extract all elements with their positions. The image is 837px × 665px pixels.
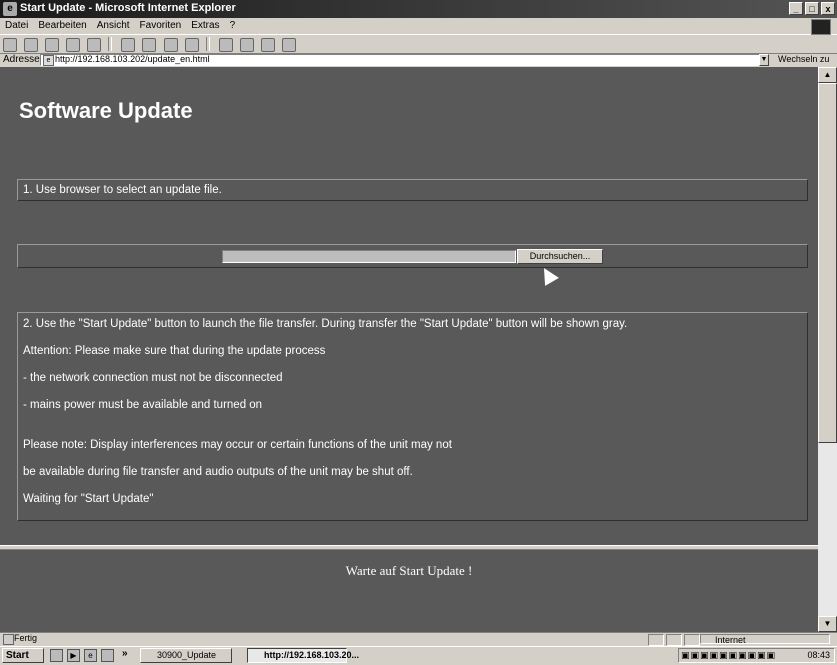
maximize-button[interactable]: □ [805,2,819,15]
note-text-continued: be available during file transfer and au… [23,466,413,478]
network-warning-text: - the network connection must not be dis… [23,372,283,384]
forward-icon[interactable] [24,38,39,52]
clock[interactable]: 08:43 [807,650,830,660]
taskbar: Start ▶ e » 30900_Update http://192.168.… [0,646,837,665]
edit-icon[interactable] [260,38,275,52]
toolbar [0,35,837,54]
step2-box: 2. Use the "Start Update" button to laun… [17,312,808,521]
file-select-box: Durchsuchen... [17,244,808,268]
task-label: http://192.168.103.20... [264,650,360,660]
power-warning-text: - mains power must be available and turn… [23,399,263,411]
browser-icon[interactable]: e [84,649,97,662]
refresh-icon[interactable] [66,38,81,52]
close-button[interactable]: x [821,2,835,15]
quick-launch: ▶ e [50,649,114,662]
minimize-button[interactable]: _ [789,2,803,15]
tray-icons[interactable]: ▣▣▣▣▣▣▣▣▣▣ [681,650,776,661]
menu-extras[interactable]: Extras [186,18,224,33]
start-button[interactable]: Start [2,648,44,663]
scroll-thumb[interactable] [818,83,837,443]
menu-help[interactable]: ? [225,18,241,33]
menu-favoriten[interactable]: Favoriten [135,18,187,33]
status-pane [666,634,682,646]
menu-bearbeiten[interactable]: Bearbeiten [33,18,91,33]
address-url[interactable]: http://192.168.103.202/update_en.html [55,54,210,64]
status-text: Fertig [14,633,38,643]
step2-text: 2. Use the "Start Update" button to laun… [23,318,628,330]
go-button[interactable]: Wechseln zu [778,54,829,64]
back-icon[interactable] [3,38,17,52]
attention-text: Attention: Please make sure that during … [23,345,326,357]
taskbar-item-browser[interactable]: http://192.168.103.20... [247,648,359,663]
stop-icon[interactable] [45,38,60,52]
window-title: Start Update - Microsoft Internet Explor… [20,2,236,14]
ie-icon[interactable]: e [3,2,17,16]
menu-bar: Datei Bearbeiten Ansicht Favoriten Extras? [0,18,837,35]
start-label: Start [6,650,29,661]
file-path-input[interactable] [222,250,516,263]
quick-launch-more-icon[interactable]: » [122,648,128,659]
step1-box: 1. Use browser to select an update file. [17,179,808,201]
history-icon[interactable] [184,38,199,52]
browse-button[interactable]: Durchsuchen... [517,249,603,264]
home-icon[interactable] [87,38,102,52]
zone-label: Internet [715,635,746,645]
media-icon[interactable] [163,38,178,52]
task-label: 30900_Update [157,650,217,660]
menu-datei[interactable]: Datei [0,18,33,33]
page-title: Software Update [19,98,193,123]
toolbar-separator [205,37,210,51]
step1-text: 1. Use browser to select an update file. [23,184,222,196]
security-zone: Internet [700,634,830,645]
print-icon[interactable] [239,38,254,52]
address-input[interactable]: e http://192.168.103.202/update_en.html [40,54,768,66]
system-tray: ▣▣▣▣▣▣▣▣▣▣ 08:43 [678,648,835,663]
page-done-icon [3,634,14,645]
title-bar: e Start Update - Microsoft Internet Expl… [0,0,837,18]
search-icon[interactable] [121,38,136,52]
page-viewport: Software Update 1. Use browser to select… [0,67,818,632]
toolbar-separator [108,37,113,51]
status-pane [684,634,700,646]
vertical-scrollbar[interactable]: ▲ ▼ [818,67,837,632]
address-dropdown-icon[interactable]: ▼ [759,54,769,66]
status-frame: Warte auf Start Update ! [0,550,818,632]
status-pane [648,634,664,646]
waiting-status-text: Waiting for "Start Update" [23,493,154,505]
explorer-icon[interactable] [101,649,114,662]
favorites-icon[interactable] [142,38,157,52]
discuss-icon[interactable] [281,38,296,52]
scroll-up-icon[interactable]: ▲ [818,67,837,83]
page-icon: e [43,55,54,66]
media-player-icon[interactable]: ▶ [67,649,80,662]
taskbar-item-update-folder[interactable]: 30900_Update [140,648,232,663]
address-bar: Adresse e http://192.168.103.202/update_… [0,53,837,68]
note-text: Please note: Display interferences may o… [23,439,452,451]
address-label: Adresse [3,54,40,65]
status-bar: Fertig Internet [0,632,837,646]
mail-icon[interactable] [218,38,233,52]
scroll-down-icon[interactable]: ▼ [818,616,837,632]
menu-ansicht[interactable]: Ansicht [92,18,135,33]
windows-logo-icon [811,19,831,35]
update-status-message: Warte auf Start Update ! [345,563,473,578]
desktop-icon[interactable] [50,649,63,662]
